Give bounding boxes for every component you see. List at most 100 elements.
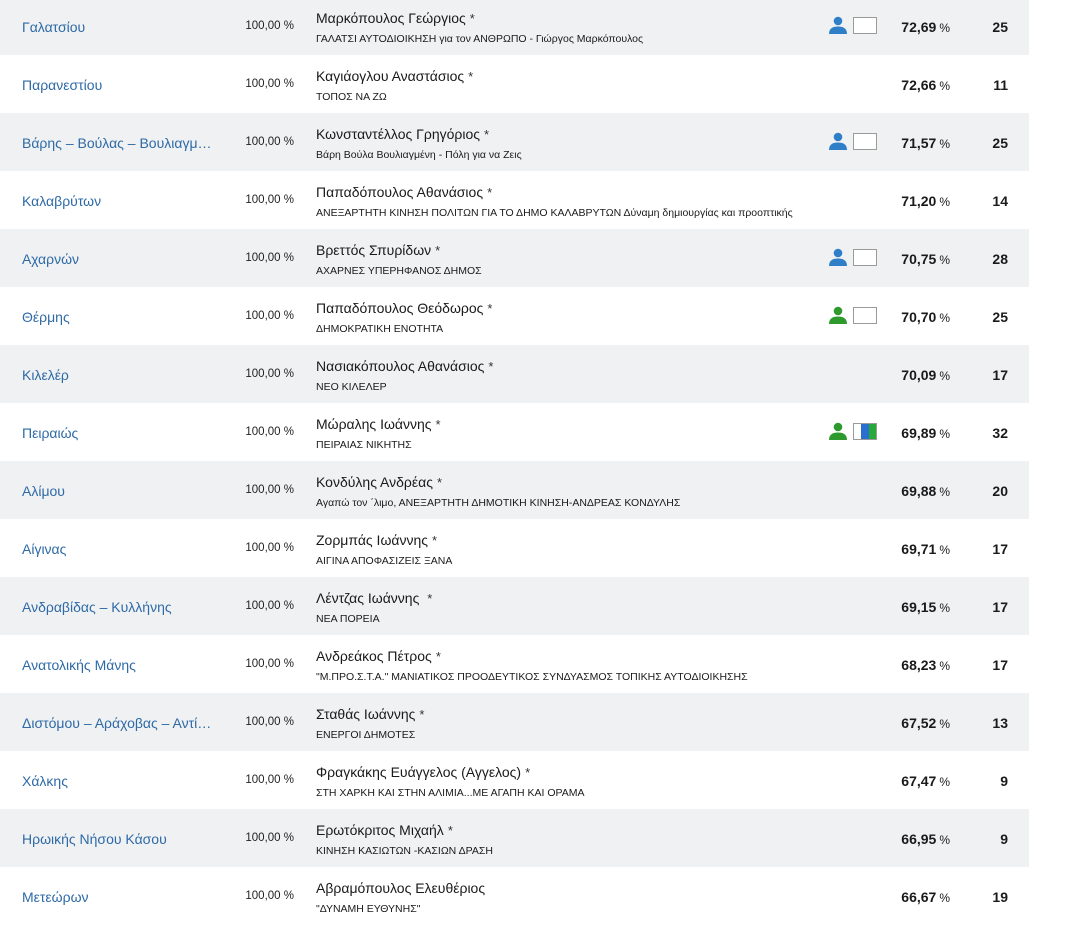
candidate-name: Νασιακόπουλος Αθανάσιος * xyxy=(316,358,494,374)
seats-count: 25 xyxy=(992,135,1008,151)
vote-percent: 70,75% xyxy=(901,251,950,267)
table-row: Αίγινας 100,00 % Ζορμπάς Ιωάννης * ΑΙΓΙΝΑ… xyxy=(0,519,1029,577)
vote-percent: 71,57% xyxy=(901,135,950,151)
seats-count: 9 xyxy=(1000,831,1008,847)
municipality-link[interactable]: Μετεώρων xyxy=(22,889,214,905)
municipality-link[interactable]: Παρανεστίου xyxy=(22,77,214,93)
candidate-name: Φραγκάκης Ευάγγελος (Αγγελος) * xyxy=(316,764,531,780)
table-row: Κιλελέρ 100,00 % Νασιακόπουλος Αθανάσιος… xyxy=(0,345,1029,403)
party-name: Αγαπώ τον ΄λιμο, ΑΝΕΞΑΡΤΗΤΗ ΔΗΜΟΤΙΚΗ ΚΙΝ… xyxy=(316,497,681,509)
results-table: Γαλατσίου 100,00 % Μαρκόπουλος Γεώργιος *… xyxy=(0,0,1029,925)
party-name: ΑΝΕΞΑΡΤΗΤΗ ΚΙΝΗΣΗ ΠΟΛΙΤΩΝ ΓΙΑ ΤΟ ΔΗΜΟ ΚΑ… xyxy=(316,207,793,219)
seats-count: 25 xyxy=(992,19,1008,35)
municipality-link[interactable]: Βάρης – Βούλας – Βουλιαγμένης xyxy=(22,135,214,151)
elected-star: * xyxy=(435,243,441,258)
elected-star: * xyxy=(487,301,493,316)
counted-percent: 100,00 % xyxy=(245,136,294,148)
table-row: Βάρης – Βούλας – Βουλιαγμένης 100,00 % Κ… xyxy=(0,113,1029,171)
counted-percent: 100,00 % xyxy=(245,716,294,728)
counted-percent: 100,00 % xyxy=(245,484,294,496)
elected-star: * xyxy=(435,417,441,432)
party-name: ΝΕΑ ΠΟΡΕΙΑ xyxy=(316,613,380,625)
seats-count: 28 xyxy=(992,251,1008,267)
vote-percent: 72,66% xyxy=(901,77,950,93)
elected-star: * xyxy=(427,591,433,606)
municipality-link[interactable]: Ηρωικής Νήσου Κάσου xyxy=(22,831,214,847)
counted-percent: 100,00 % xyxy=(245,310,294,322)
seats-count: 11 xyxy=(993,77,1008,93)
seats-count: 19 xyxy=(992,889,1008,905)
party-name: ΔΗΜΟΚΡΑΤΙΚΗ ΕΝΟΤΗΤΑ xyxy=(316,323,444,335)
seats-count: 17 xyxy=(992,541,1008,557)
party-name: ΕΝΕΡΓΟΙ ΔΗΜΟΤΕΣ xyxy=(316,729,416,741)
candidate-name: Καγιάογλου Αναστάσιος * xyxy=(316,68,474,84)
candidate-name: Παπαδόπουλος Αθανάσιος * xyxy=(316,184,493,200)
vote-percent: 66,95% xyxy=(901,831,950,847)
counted-percent: 100,00 % xyxy=(245,368,294,380)
party-flag-icon xyxy=(853,17,877,34)
vote-percent: 68,23% xyxy=(901,657,950,673)
municipality-link[interactable]: Κιλελέρ xyxy=(22,367,214,383)
candidate-name: Λέντζας Ιωάννης * xyxy=(316,590,433,606)
elected-star: * xyxy=(468,69,474,84)
seats-count: 25 xyxy=(992,309,1008,325)
municipality-link[interactable]: Ανδραβίδας – Κυλλήνης xyxy=(22,599,214,615)
vote-percent: 69,88% xyxy=(901,483,950,499)
party-name: ΣΤΗ ΧΑΡΚΗ ΚΑΙ ΣΤΗΝ ΑΛΙΜΙΑ...ΜΕ ΑΓΑΠΗ ΚΑΙ… xyxy=(316,787,585,799)
municipality-link[interactable]: Αίγινας xyxy=(22,541,214,557)
party-name: ΑΧΑΡΝΕΣ ΥΠΕΡΗΦΑΝΟΣ ΔΗΜΟΣ xyxy=(316,265,482,277)
elected-star: * xyxy=(484,127,490,142)
vote-percent: 69,15% xyxy=(901,599,950,615)
municipality-link[interactable]: Διστόμου – Αράχοβας – Αντίκυρας xyxy=(22,715,214,731)
municipality-link[interactable]: Θέρμης xyxy=(22,309,214,325)
table-row: Διστόμου – Αράχοβας – Αντίκυρας 100,00 %… xyxy=(0,693,1029,751)
party-name: ΠΕΙΡΑΙΑΣ ΝΙΚΗΤΗΣ xyxy=(316,439,412,451)
counted-percent: 100,00 % xyxy=(245,542,294,554)
municipality-link[interactable]: Αχαρνών xyxy=(22,251,214,267)
municipality-link[interactable]: Πειραιώς xyxy=(22,425,214,441)
table-row: Ηρωικής Νήσου Κάσου 100,00 % Ερωτόκριτος… xyxy=(0,809,1029,867)
party-name: ΤΟΠΟΣ ΝΑ ΖΩ xyxy=(316,91,387,103)
party-name: "ΔΥΝΑΜΗ ΕΥΘΥΝΗΣ" xyxy=(316,903,421,915)
vote-percent: 72,69% xyxy=(901,19,950,35)
municipality-link[interactable]: Χάλκης xyxy=(22,773,214,789)
candidate-name: Κονδύλης Ανδρέας * xyxy=(316,474,443,490)
candidate-name: Ερωτόκριτος Μιχαήλ * xyxy=(316,822,453,838)
elected-star: * xyxy=(419,707,425,722)
candidate-name: Μώραλης Ιωάννης * xyxy=(316,416,441,432)
table-row: Ανατολικής Μάνης 100,00 % Ανδρεάκος Πέτρ… xyxy=(0,635,1029,693)
party-name: Βάρη Βούλα Βουλιαγμένη - Πόλη για να Ζει… xyxy=(316,149,522,161)
elected-star: * xyxy=(525,765,531,780)
elected-star: * xyxy=(436,475,443,490)
elected-star: * xyxy=(469,11,475,26)
counted-percent: 100,00 % xyxy=(245,20,294,32)
table-row: Πειραιώς 100,00 % Μώραλης Ιωάννης * ΠΕΙΡΑ… xyxy=(0,403,1029,461)
party-name: ΓΑΛΑΤΣΙ ΑΥΤΟΔΙΟΙΚΗΣΗ για τον ΑΝΘΡΩΠΟ - Γ… xyxy=(316,33,644,45)
table-row: Καλαβρύτων 100,00 % Παπαδόπουλος Αθανάσι… xyxy=(0,171,1029,229)
vote-percent: 67,52% xyxy=(901,715,950,731)
table-row: Γαλατσίου 100,00 % Μαρκόπουλος Γεώργιος *… xyxy=(0,0,1029,55)
elected-star: * xyxy=(435,649,441,664)
municipality-link[interactable]: Γαλατσίου xyxy=(22,19,214,35)
seats-count: 13 xyxy=(992,715,1008,731)
counted-percent: 100,00 % xyxy=(245,78,294,90)
seats-count: 20 xyxy=(992,483,1008,499)
municipality-link[interactable]: Αλίμου xyxy=(22,483,214,499)
table-row: Αλίμου 100,00 % Κονδύλης Ανδρέας * Αγαπώ … xyxy=(0,461,1029,519)
person-icon xyxy=(829,248,847,266)
table-row: Αχαρνών 100,00 % Βρεττός Σπυρίδων * ΑΧΑΡΝ… xyxy=(0,229,1029,287)
person-icon xyxy=(829,422,847,440)
seats-count: 17 xyxy=(992,599,1008,615)
counted-percent: 100,00 % xyxy=(245,252,294,264)
party-name: ΚΙΝΗΣΗ ΚΑΣΙΩΤΩΝ -ΚΑΣΙΩΝ ΔΡΑΣΗ xyxy=(316,845,493,857)
vote-percent: 66,67% xyxy=(901,889,950,905)
party-name: "Μ.ΠΡΟ.Σ.Τ.Α." ΜΑΝΙΑΤΙΚΟΣ ΠΡΟΟΔΕΥΤΙΚΟΣ Σ… xyxy=(316,671,748,683)
municipality-link[interactable]: Ανατολικής Μάνης xyxy=(22,657,214,673)
vote-percent: 70,09% xyxy=(901,367,950,383)
municipality-link[interactable]: Καλαβρύτων xyxy=(22,193,214,209)
counted-percent: 100,00 % xyxy=(245,832,294,844)
table-row: Μετεώρων 100,00 % Αβραμόπουλος Ελευθέριο… xyxy=(0,867,1029,925)
person-icon xyxy=(829,132,847,150)
vote-percent: 67,47% xyxy=(901,773,950,789)
candidate-name: Ζορμπάς Ιωάννης * xyxy=(316,532,438,548)
